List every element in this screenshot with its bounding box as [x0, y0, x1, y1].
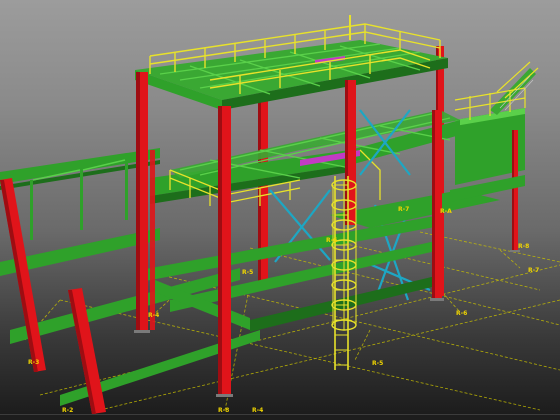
- grid-label-r-4a: R-4: [148, 312, 159, 319]
- grid-label-r-6b: R-6: [456, 310, 467, 317]
- steel-structure-model[interactable]: R-A R-7 R-8 R-7 R-6 R-5 R-6 R-4 R-5 R-3 …: [0, 0, 560, 414]
- grid-label-r-6a: R-6: [326, 237, 337, 244]
- grid-label-r-7a: R-7: [398, 206, 409, 213]
- grid-label-r-4b: R-4: [252, 407, 263, 414]
- grid-label-r-5a: R-5: [242, 269, 253, 276]
- grid-label-r-8b: R-8: [218, 407, 229, 414]
- grid-label-r-8a: R-8: [518, 243, 529, 250]
- grid-label-r-2: R-2: [62, 407, 73, 414]
- status-bar: [0, 414, 560, 420]
- grid-label-r-5b: R-5: [372, 360, 383, 367]
- grid-label-r-a: R-A: [440, 208, 452, 215]
- stair-structure: [454, 61, 539, 250]
- grid-label-r-3: R-3: [28, 359, 39, 366]
- middle-deck: [150, 110, 460, 204]
- grid-label-r-7b: R-7: [528, 267, 539, 274]
- 3d-model-viewport[interactable]: R-A R-7 R-8 R-7 R-6 R-5 R-6 R-4 R-5 R-3 …: [0, 0, 560, 420]
